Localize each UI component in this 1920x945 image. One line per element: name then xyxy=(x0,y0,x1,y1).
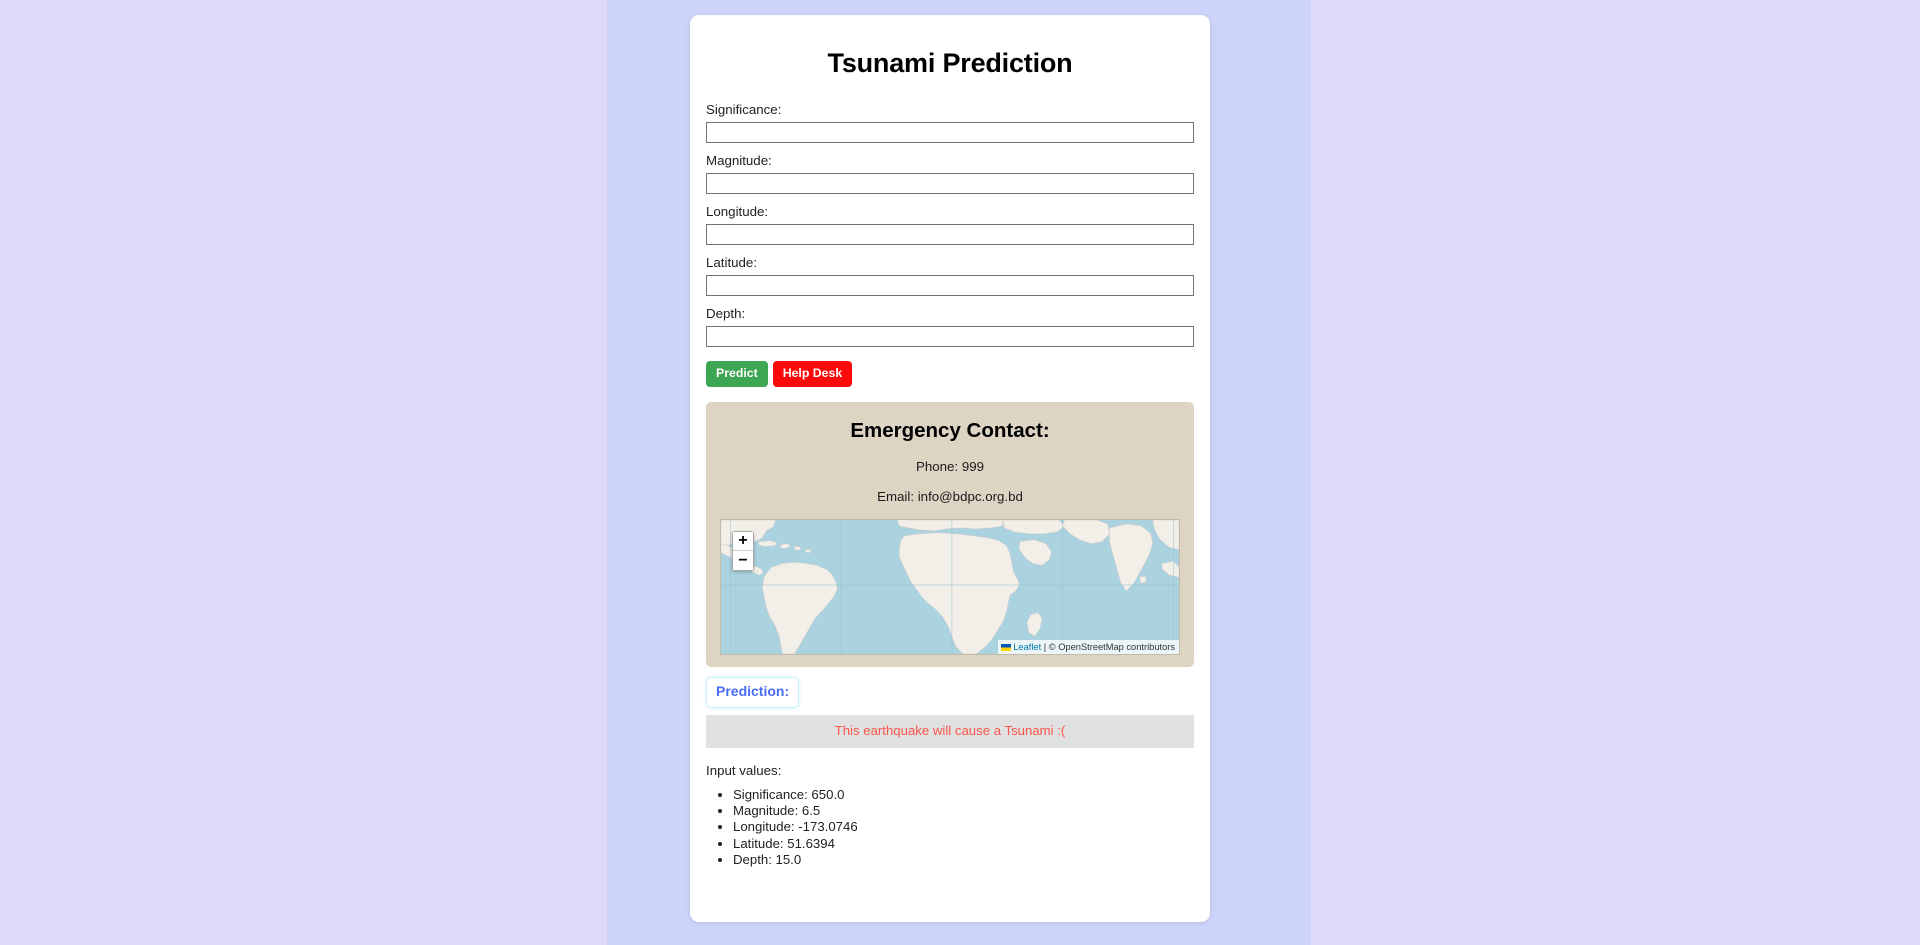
input-values-list: Significance: 650.0 Magnitude: 6.5 Longi… xyxy=(706,787,1194,868)
attribution-separator: | xyxy=(1041,642,1049,652)
predict-button[interactable]: Predict xyxy=(706,361,768,387)
magnitude-input[interactable] xyxy=(706,173,1194,194)
leaflet-link[interactable]: Leaflet xyxy=(1013,642,1041,652)
list-item: Latitude: 51.6394 xyxy=(733,836,1194,852)
label-significance: Significance: xyxy=(706,102,782,117)
tsunami-prediction-card: Tsunami Prediction Significance: Magnitu… xyxy=(690,15,1210,922)
map-zoom-control: + − xyxy=(732,531,754,571)
longitude-input[interactable] xyxy=(706,224,1194,245)
latitude-input[interactable] xyxy=(706,275,1194,296)
map-attribution: Leaflet | © OpenStreetMap contributors xyxy=(998,640,1179,654)
significance-input[interactable] xyxy=(706,122,1194,143)
attribution-source: © OpenStreetMap contributors xyxy=(1048,642,1175,652)
viewport: Tsunami Prediction Significance: Magnitu… xyxy=(0,0,1920,945)
help-desk-button[interactable]: Help Desk xyxy=(772,361,853,387)
label-magnitude: Magnitude: xyxy=(706,153,772,168)
list-item: Depth: 15.0 xyxy=(733,852,1194,868)
field-longitude: Longitude: xyxy=(706,203,1194,245)
world-map-graphic xyxy=(721,520,1179,654)
emergency-email: Email: info@bdpc.org.bd xyxy=(877,489,1023,504)
depth-input[interactable] xyxy=(706,326,1194,347)
field-depth: Depth: xyxy=(706,305,1194,347)
ukraine-flag-icon xyxy=(1001,644,1012,651)
emergency-contact-panel: Emergency Contact: Phone: 999 Email: inf… xyxy=(706,402,1194,667)
input-values-heading: Input values: xyxy=(706,763,782,778)
field-magnitude: Magnitude: xyxy=(706,152,1194,194)
label-longitude: Longitude: xyxy=(706,204,769,219)
emergency-contact-heading: Emergency Contact: xyxy=(850,419,1050,442)
action-button-row: Predict Help Desk xyxy=(706,361,1194,387)
list-item: Magnitude: 6.5 xyxy=(733,803,1194,819)
leaflet-map[interactable]: + − Leaflet | © OpenStreetMap contributo… xyxy=(720,519,1180,655)
field-significance: Significance: xyxy=(706,101,1194,143)
zoom-out-icon[interactable]: − xyxy=(733,551,753,570)
prediction-label: Prediction: xyxy=(716,683,790,699)
zoom-in-icon[interactable]: + xyxy=(733,532,753,551)
prediction-result-banner: This earthquake will cause a Tsunami :( xyxy=(706,715,1194,748)
list-item: Longitude: -173.0746 xyxy=(733,819,1194,835)
field-latitude: Latitude: xyxy=(706,254,1194,296)
prediction-label-box: Prediction: xyxy=(706,677,800,708)
label-depth: Depth: xyxy=(706,306,746,321)
label-latitude: Latitude: xyxy=(706,255,758,270)
page-title: Tsunami Prediction xyxy=(827,48,1073,78)
map-tile-layer xyxy=(721,520,1179,654)
emergency-phone: Phone: 999 xyxy=(915,459,985,474)
list-item: Significance: 650.0 xyxy=(733,787,1194,803)
